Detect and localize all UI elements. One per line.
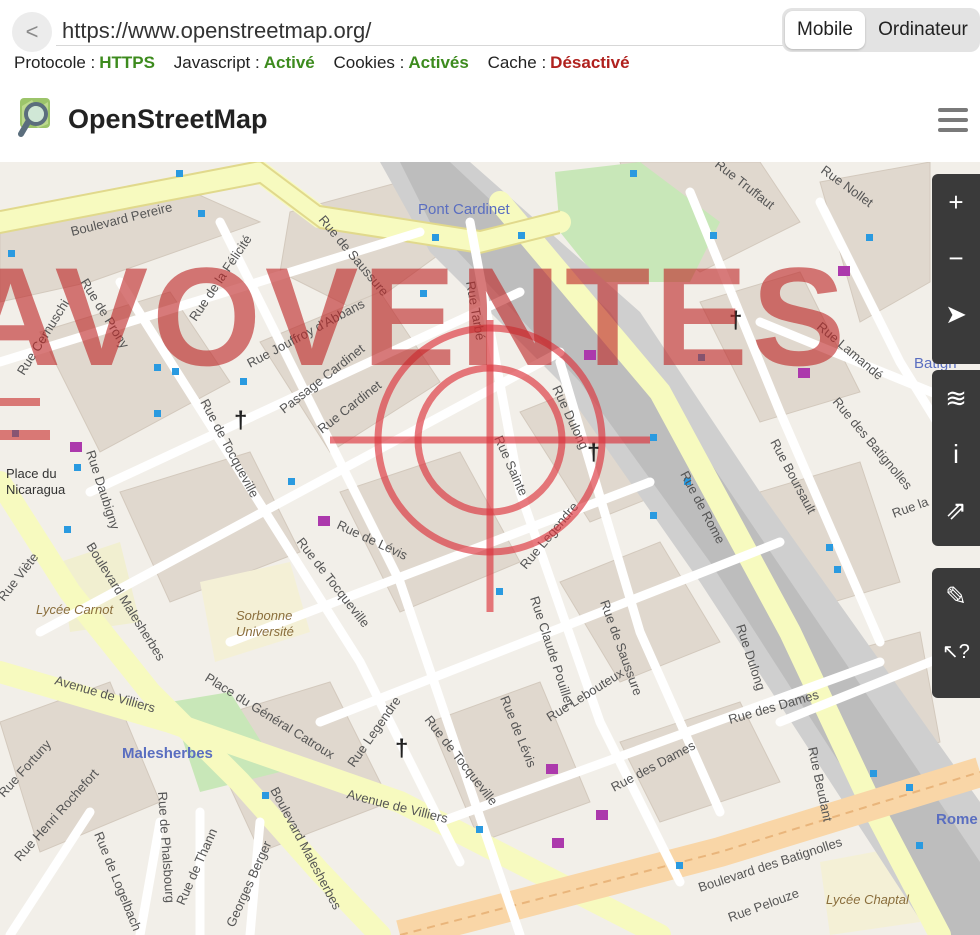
- status-line: Protocole : HTTPS Javascript : Activé Cook…: [14, 53, 644, 73]
- cookies-label: Cookies :: [333, 53, 405, 72]
- share-button[interactable]: ⇗: [932, 482, 980, 538]
- hamburger-menu-icon[interactable]: [938, 108, 968, 136]
- map-label: Sorbonne: [236, 608, 292, 623]
- cookies-value: Activés: [408, 53, 469, 72]
- view-mode-toggle: Mobile Ordinateur: [782, 8, 980, 52]
- layers-button[interactable]: ≋: [932, 370, 980, 426]
- map-label: Rome: [936, 811, 978, 828]
- query-features-button[interactable]: ↖?: [932, 624, 980, 680]
- map-label: Pont Cardinet: [418, 201, 511, 218]
- watermark-text: AVOVENTES: [0, 238, 850, 395]
- svg-text:†: †: [395, 735, 408, 762]
- desktop-mode-button[interactable]: Ordinateur: [868, 11, 978, 49]
- locate-button[interactable]: ➤: [932, 286, 980, 342]
- zoom-out-button[interactable]: −: [932, 230, 980, 286]
- add-note-button[interactable]: ✎: [932, 568, 980, 624]
- map-label: Lycée Chaptal: [826, 892, 910, 907]
- map-label: Place du: [6, 466, 57, 481]
- map-label: Nicaragua: [6, 482, 66, 497]
- url-underline: [56, 45, 786, 46]
- map-label: Lycée Carnot: [36, 602, 114, 617]
- site-title[interactable]: OpenStreetMap: [68, 104, 268, 135]
- magnifier-map-logo-icon[interactable]: [18, 96, 58, 138]
- browser-toolbar: < https://www.openstreetmap.org/ Mobile …: [0, 0, 980, 78]
- protocol-label: Protocole :: [14, 53, 96, 72]
- note-controls: ✎ ↖?: [932, 568, 980, 698]
- panel-controls: ≋ i ⇗: [932, 370, 980, 546]
- map-label: Université: [236, 624, 294, 639]
- url-field[interactable]: https://www.openstreetmap.org/: [62, 18, 371, 44]
- javascript-label: Javascript :: [173, 53, 260, 72]
- zoom-controls: + − ➤: [932, 174, 980, 364]
- zoom-in-button[interactable]: +: [932, 174, 980, 230]
- info-button[interactable]: i: [932, 426, 980, 482]
- cache-value: Désactivé: [550, 53, 630, 72]
- mobile-mode-button[interactable]: Mobile: [785, 11, 865, 49]
- protocol-value: HTTPS: [99, 53, 155, 72]
- map-label: Malesherbes: [122, 745, 213, 762]
- cache-label: Cache :: [487, 53, 547, 72]
- javascript-value: Activé: [263, 53, 315, 72]
- back-button[interactable]: <: [12, 12, 52, 52]
- svg-text:†: †: [234, 407, 247, 434]
